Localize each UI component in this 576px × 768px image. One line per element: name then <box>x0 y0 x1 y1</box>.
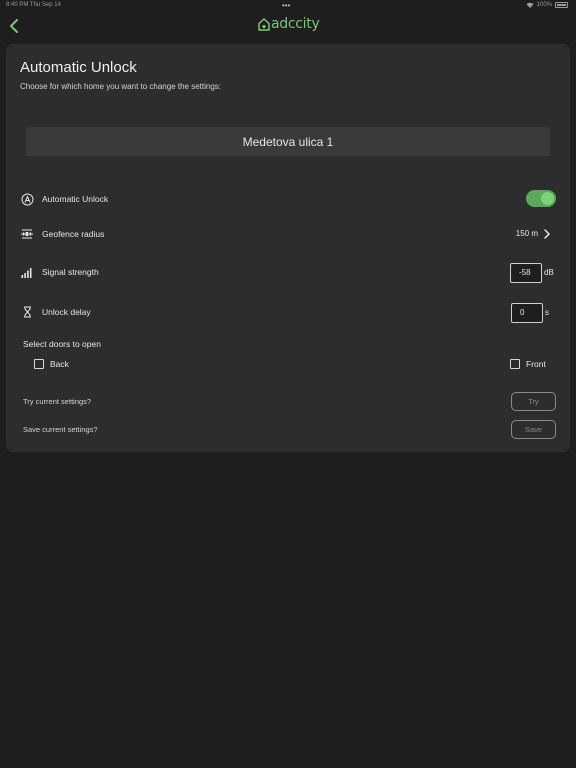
auto-unlock-toggle[interactable] <box>526 190 556 207</box>
hourglass-icon <box>20 305 34 319</box>
nav-bar: adccity <box>0 12 576 42</box>
battery-percent: 100% <box>536 2 552 8</box>
delay-unit: s <box>545 308 549 317</box>
auto-unlock-label: Automatic Unlock <box>42 194 109 204</box>
try-button[interactable]: Try <box>511 392 556 411</box>
auto-unlock-icon <box>20 192 34 206</box>
signal-bars-icon <box>20 265 34 279</box>
wifi-icon <box>526 2 534 8</box>
multitask-dots[interactable]: ••• <box>282 1 290 10</box>
page-title: Automatic Unlock <box>20 59 137 76</box>
geofence-label: Geofence radius <box>42 229 105 239</box>
signal-label: Signal strength <box>42 267 99 277</box>
settings-card: Automatic Unlock Choose for which home y… <box>6 44 570 452</box>
back-button[interactable] <box>4 16 24 36</box>
delay-label: Unlock delay <box>42 307 91 317</box>
geofence-row[interactable]: Geofence radius 150 m <box>6 223 570 245</box>
door-back-option[interactable]: Back <box>34 357 69 371</box>
signal-unit: dB <box>544 268 554 277</box>
doors-section-label: Select doors to open <box>23 339 101 349</box>
delay-row: Unlock delay <box>6 301 570 323</box>
page-subtitle: Choose for which home you want to change… <box>20 82 222 91</box>
delay-input[interactable]: 0 <box>511 303 543 323</box>
signal-input[interactable]: -58 <box>510 263 542 283</box>
try-prompt: Try current settings? <box>23 397 92 406</box>
front-label: Front <box>526 359 546 369</box>
door-front-option[interactable]: Front <box>510 357 546 371</box>
front-checkbox[interactable] <box>510 359 520 369</box>
save-prompt: Save current settings? <box>23 425 98 434</box>
geofence-icon <box>20 227 34 241</box>
back-checkbox[interactable] <box>34 359 44 369</box>
home-selector[interactable]: Medetova ulica 1 <box>26 127 550 156</box>
status-right: 100% <box>526 2 568 8</box>
save-button[interactable]: Save <box>511 420 556 439</box>
battery-icon <box>555 2 568 8</box>
signal-row: Signal strength <box>6 261 570 283</box>
toggle-knob <box>541 192 554 205</box>
house-logo-icon <box>258 17 270 31</box>
geofence-value: 150 m <box>515 229 538 238</box>
status-time-date: 8:40 PM Thu Sep 14 <box>6 2 61 8</box>
chevron-right-icon <box>544 229 551 239</box>
app-logo: adccity <box>258 16 320 32</box>
logo-text: adccity <box>271 16 320 32</box>
status-bar: 8:40 PM Thu Sep 14 ••• 100% <box>0 0 576 12</box>
back-label: Back <box>50 359 69 369</box>
auto-unlock-row: Automatic Unlock <box>6 188 570 210</box>
chevron-left-icon <box>10 19 18 33</box>
